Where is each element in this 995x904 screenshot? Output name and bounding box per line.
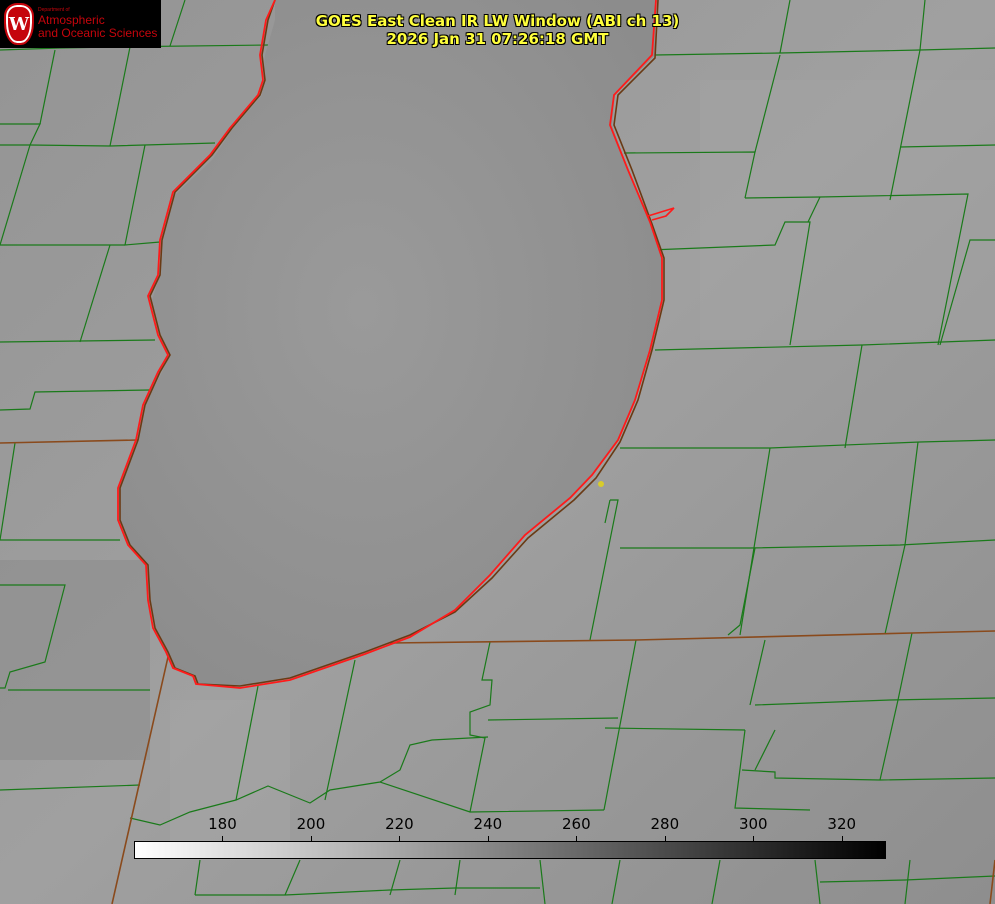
colorbar-tick-label: 260 [562,815,591,833]
station-marker [598,481,604,487]
colorbar-tick-label: 280 [650,815,680,833]
colorbar-tick [487,836,489,841]
colorbar-tick [664,836,666,841]
image-timestamp: 2026 Jan 31 07:26:18 GMT [386,30,609,48]
colorbar-tick [576,836,578,841]
colorbar-tick-label: 200 [296,815,326,833]
colorbar-tick [399,836,401,841]
cloud-texture-west [0,560,150,760]
colorbar-tick-label: 220 [385,815,414,833]
colorbar-tick-label: 300 [738,815,768,833]
cloud-texture-east [700,80,995,340]
cloud-texture-south [170,700,290,860]
colorbar-tick-label: 180 [208,815,237,833]
temperature-colorbar [134,841,886,859]
image-title: GOES East Clean IR LW Window (ABI ch 13) [315,12,680,30]
colorbar-tick [222,836,224,841]
colorbar-tick [753,836,755,841]
colorbar-tick-label: 240 [473,815,503,833]
colorbar-tick-label: 320 [827,815,857,833]
satellite-image-viewer: W Department of Atmospheric and Oceanic … [0,0,995,904]
ir-satellite-map [0,0,995,904]
colorbar-tick [310,836,312,841]
colorbar-tick [841,836,843,841]
